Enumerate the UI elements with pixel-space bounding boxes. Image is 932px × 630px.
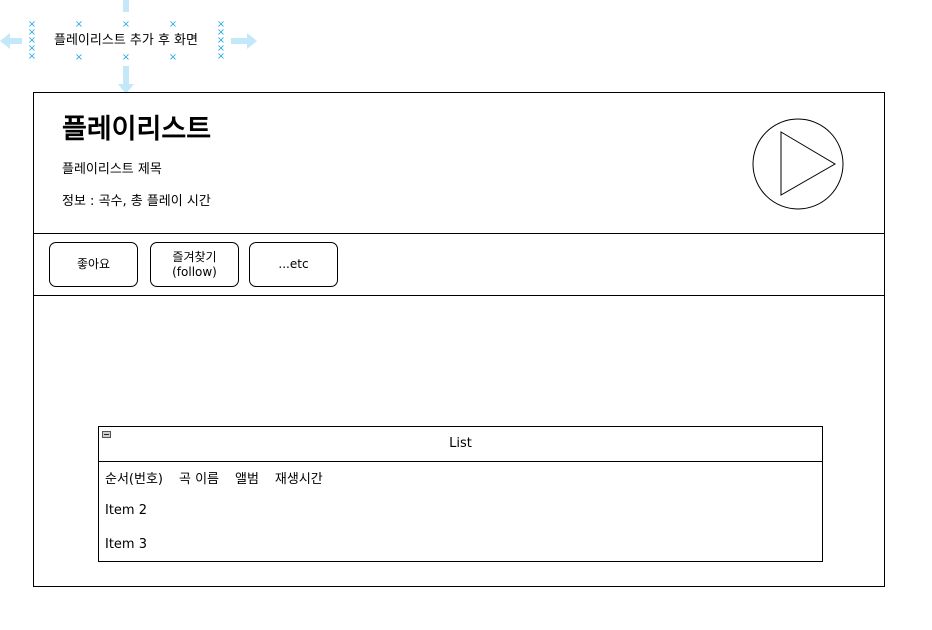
list-item[interactable]: Item 2 (105, 503, 147, 518)
column-song-name: 곡 이름 (178, 472, 219, 487)
resize-handle-icon[interactable]: × (216, 52, 226, 62)
resize-handle-icon[interactable]: × (74, 20, 84, 30)
column-order: 순서(번호) (105, 472, 163, 487)
resize-handle-icon[interactable]: × (27, 52, 37, 62)
list-title: List (449, 436, 472, 451)
resize-handle-icon[interactable]: × (168, 53, 178, 63)
page-title: 플레이리스트 (62, 114, 212, 145)
list-columns-row[interactable]: 순서(번호) 곡 이름 앨범 재생시간 (105, 468, 339, 487)
playlist-screen-frame: 플레이리스트 플레이리스트 제목 정보 : 곡수, 총 플레이 시간 좋아요 즐… (33, 92, 885, 587)
playlist-header: 플레이리스트 플레이리스트 제목 정보 : 곡수, 총 플레이 시간 (34, 93, 884, 234)
resize-handle-icon[interactable]: × (168, 20, 178, 30)
list-item[interactable]: Item 3 (105, 537, 147, 552)
like-button[interactable]: 좋아요 (49, 242, 138, 287)
resize-handle-icon[interactable]: × (74, 53, 84, 63)
playlist-title: 플레이리스트 제목 (62, 162, 162, 177)
favorite-follow-button[interactable]: 즐겨찾기 (follow) (150, 242, 239, 287)
action-bar: 좋아요 즐겨찾기 (follow) ...etc (34, 234, 884, 296)
song-list-panel: List 순서(번호) 곡 이름 앨범 재생시간 Item 2 Item 3 (98, 426, 823, 562)
column-duration: 재생시간 (274, 472, 323, 487)
connect-right-arrow-icon[interactable] (231, 33, 257, 49)
column-album: 앨범 (235, 472, 259, 487)
list-header: List (99, 427, 822, 462)
resize-handle-icon[interactable]: × (121, 20, 131, 30)
play-circle-icon[interactable] (752, 118, 844, 210)
etc-button[interactable]: ...etc (249, 242, 338, 287)
connect-left-arrow-icon[interactable] (0, 33, 22, 49)
playlist-info: 정보 : 곡수, 총 플레이 시간 (62, 194, 211, 209)
connect-up-handle-icon[interactable] (123, 0, 129, 12)
resize-handle-icon[interactable]: × (121, 53, 131, 63)
connect-down-arrow-icon[interactable] (118, 66, 134, 94)
